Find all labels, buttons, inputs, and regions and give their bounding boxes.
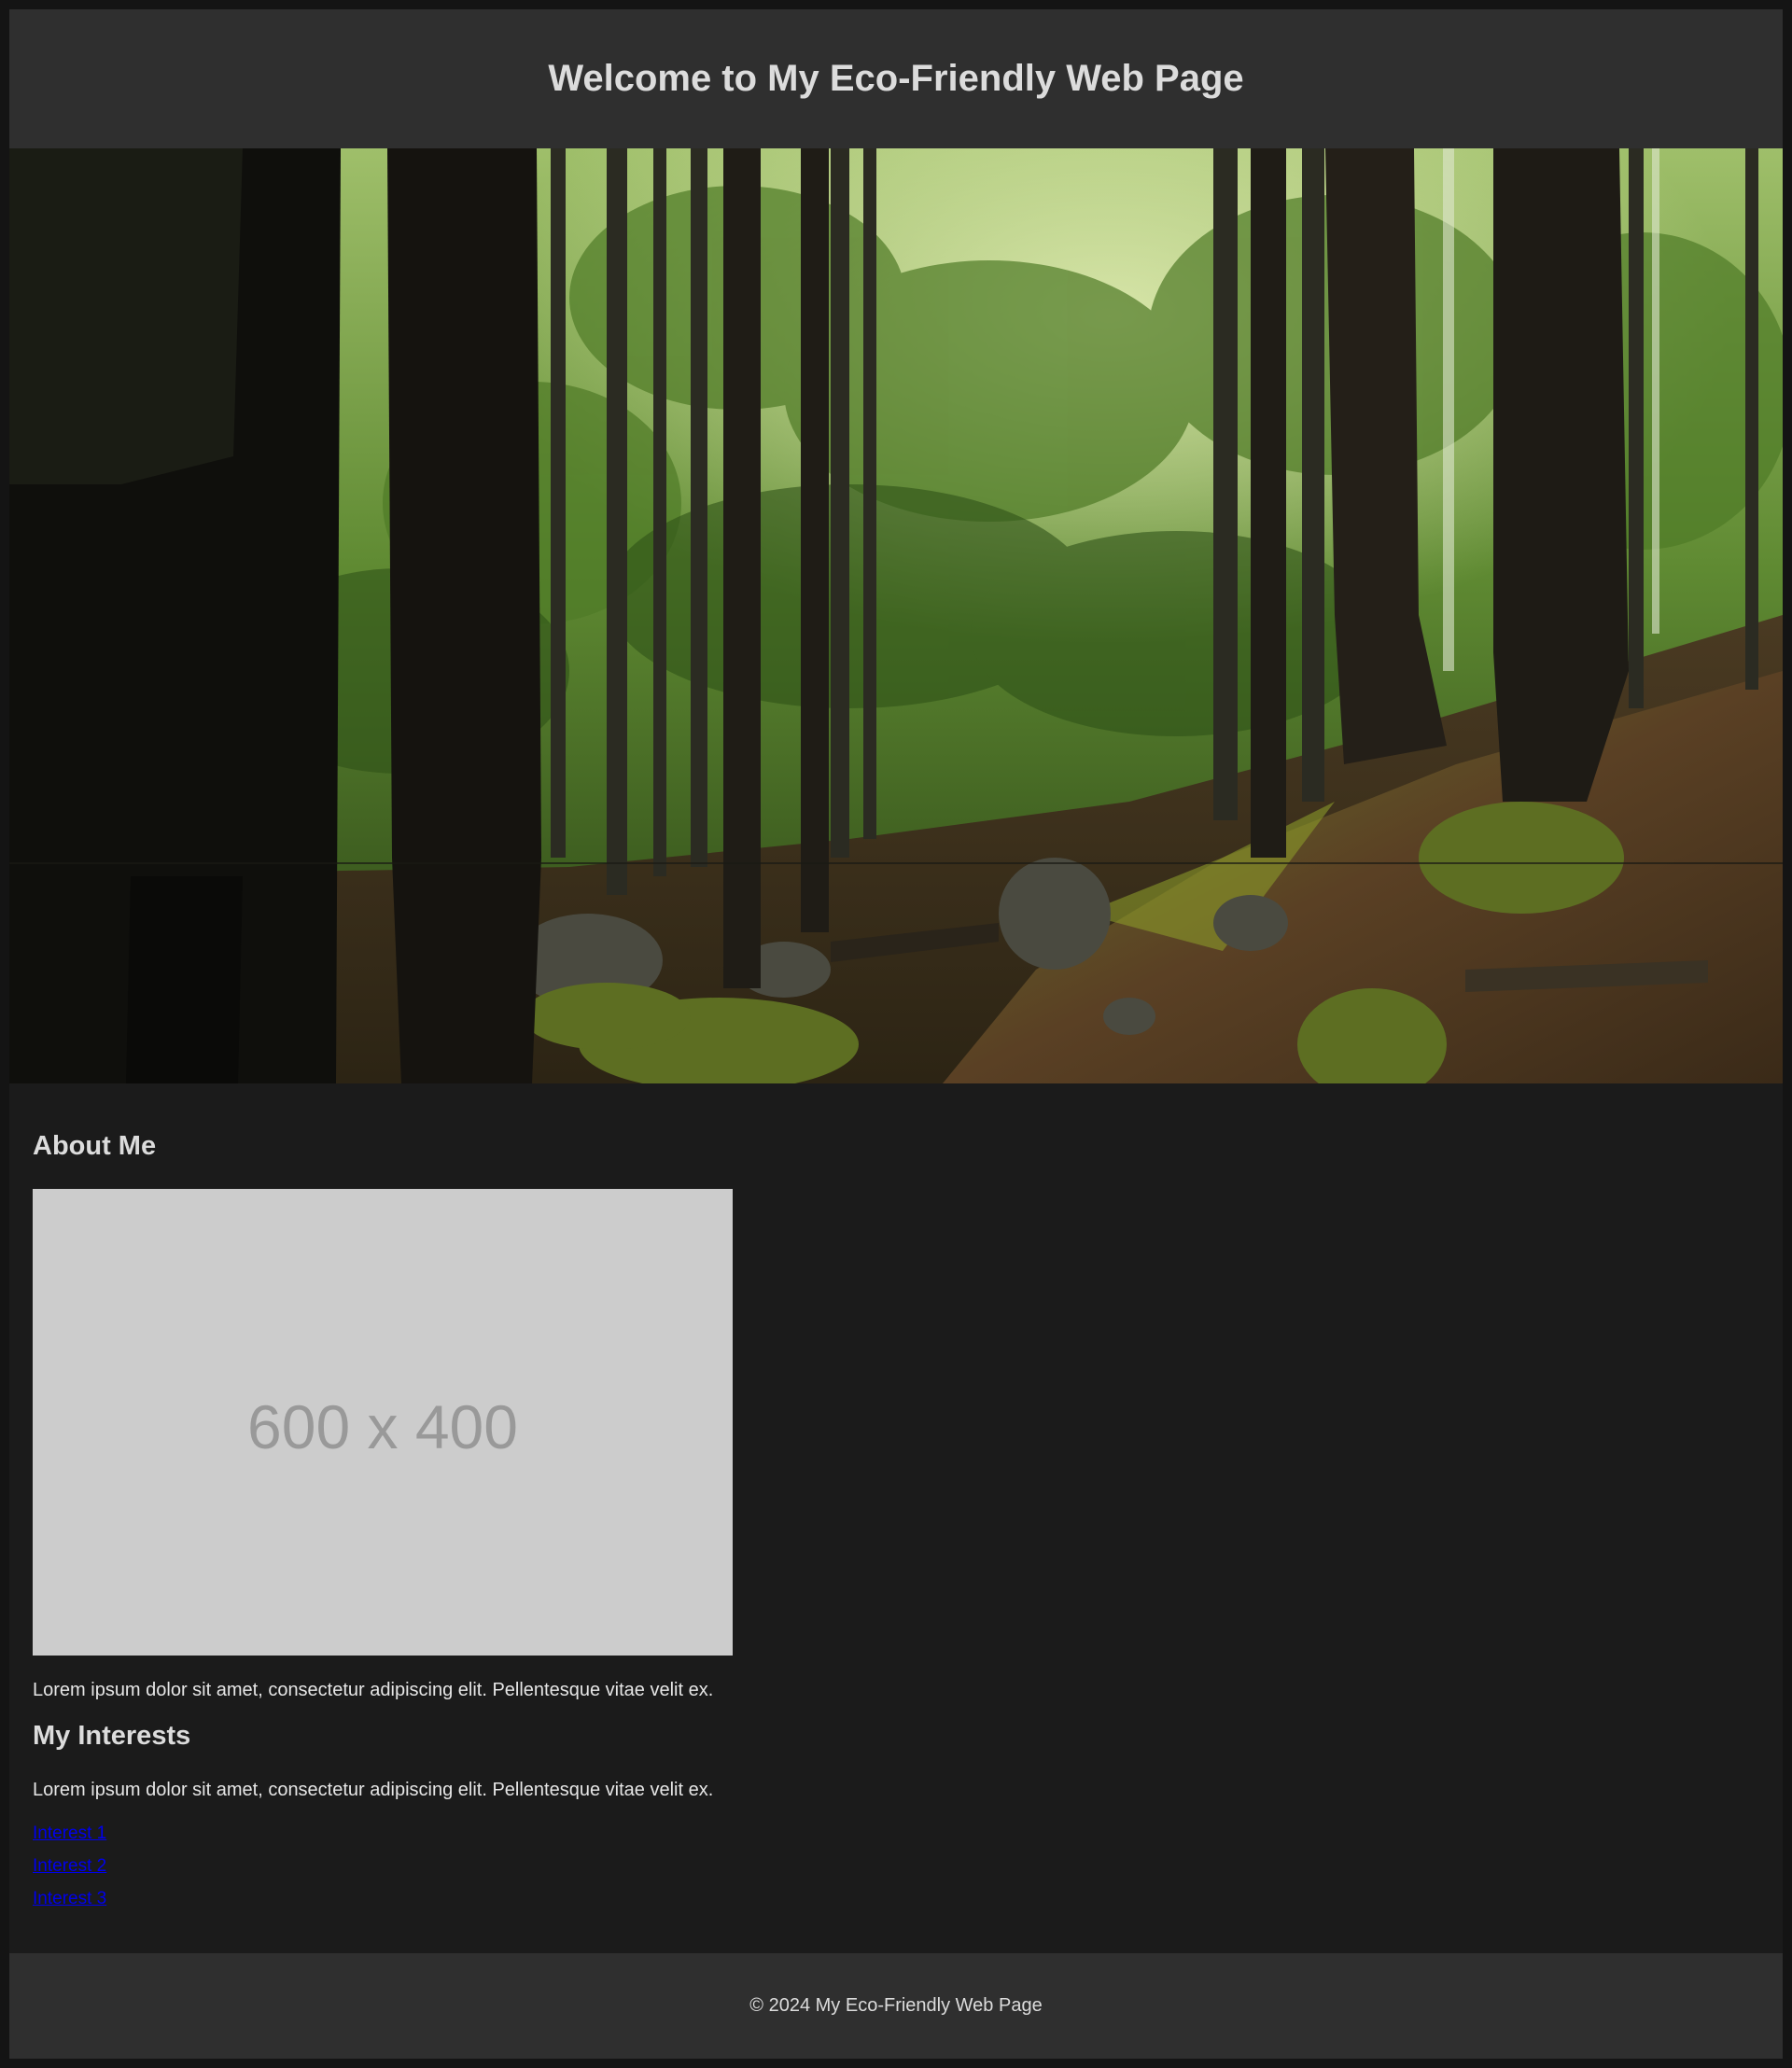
interests-heading: My Interests — [33, 1721, 191, 1751]
page-title: Welcome to My Eco-Friendly Web Page — [548, 58, 1244, 99]
page: Welcome to My Eco-Friendly Web Page Abou… — [9, 9, 1783, 2059]
placeholder-label: 600 x 400 — [247, 1392, 518, 1461]
about-heading: About Me — [33, 1131, 157, 1161]
interest-link-3[interactable]: Interest 3 — [33, 1889, 106, 1908]
site-header: Welcome to My Eco-Friendly Web Page — [9, 9, 1783, 148]
about-text: Lorem ipsum dolor sit amet, consectetur … — [33, 1680, 714, 1700]
site-footer: © 2024 My Eco-Friendly Web Page — [9, 1953, 1783, 2059]
interests-link-list: Interest 1 Interest 2 Interest 3 — [33, 1817, 106, 1915]
hero-forest-image — [9, 148, 1783, 1083]
list-item: Interest 1 — [33, 1817, 106, 1850]
interest-link-1[interactable]: Interest 1 — [33, 1823, 106, 1843]
about-image-placeholder: 600 x 400 — [33, 1189, 733, 1656]
footer-copyright: © 2024 My Eco-Friendly Web Page — [749, 1995, 1043, 2016]
interests-text: Lorem ipsum dolor sit amet, consectetur … — [33, 1780, 714, 1800]
interest-link-2[interactable]: Interest 2 — [33, 1856, 106, 1876]
list-item: Interest 2 — [33, 1850, 106, 1882]
list-item: Interest 3 — [33, 1882, 106, 1915]
